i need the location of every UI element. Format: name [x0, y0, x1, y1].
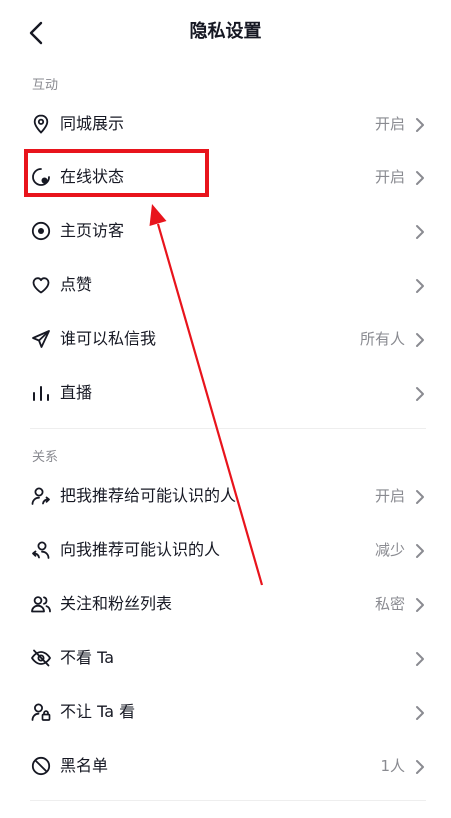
row-value: 减少 [374, 541, 405, 559]
user-receive-icon [32, 541, 50, 559]
row-label: 同城展示 [60, 114, 125, 133]
row-value: 开启 [374, 168, 405, 186]
chevron-right-icon [416, 333, 424, 347]
row-label: 黑名单 [60, 756, 109, 775]
page-title: 隐私设置 [189, 21, 262, 42]
block-icon [31, 756, 51, 776]
row-value: 所有人 [359, 330, 405, 348]
row-label: 关注和粉丝列表 [60, 594, 173, 613]
row-local-display[interactable]: 同城展示 开启 [0, 98, 451, 152]
row-label: 把我推荐给可能认识的人 [60, 486, 237, 505]
chevron-right-icon [416, 706, 424, 720]
row-dont-see[interactable]: 不看 Ta [0, 632, 451, 686]
row-value: 私密 [374, 595, 405, 613]
back-button[interactable] [22, 18, 52, 48]
row-label: 主页访客 [60, 221, 125, 240]
heart-icon [32, 277, 50, 294]
row-live[interactable]: 直播 [0, 367, 451, 421]
chevron-right-icon [416, 171, 424, 185]
row-likes[interactable]: 点赞 [0, 259, 451, 313]
row-label: 不让 Ta 看 [60, 702, 136, 721]
row-label: 直播 [60, 383, 93, 402]
row-following-followers[interactable]: 关注和粉丝列表 私密 [0, 578, 451, 632]
chevron-right-icon [416, 279, 424, 293]
row-value: 1人 [380, 757, 405, 775]
section-divider [30, 428, 426, 429]
row-label: 谁可以私信我 [60, 329, 157, 348]
live-bars-icon [33, 386, 49, 401]
row-home-visitors[interactable]: 主页访客 [0, 205, 451, 259]
location-pin-icon [33, 114, 49, 134]
row-value: 开启 [374, 115, 405, 133]
row-value: 开启 [374, 487, 405, 505]
user-share-icon [31, 487, 50, 505]
chevron-right-icon [416, 652, 424, 666]
chevron-right-icon [416, 225, 424, 239]
user-lock-icon [31, 703, 51, 721]
section-label-relations: 关系 [32, 450, 59, 465]
highlight-box-annotation [24, 149, 209, 197]
eye-icon [31, 221, 51, 241]
chevron-right-icon [416, 598, 424, 612]
row-who-can-dm[interactable]: 谁可以私信我 所有人 [0, 313, 451, 367]
row-dont-let-see[interactable]: 不让 Ta 看 [0, 686, 451, 740]
row-recommend-to-me[interactable]: 向我推荐可能认识的人 减少 [0, 524, 451, 578]
paper-plane-icon [32, 330, 50, 348]
row-label: 不看 Ta [60, 648, 115, 667]
header-bar: 隐私设置 [0, 0, 451, 64]
section-divider [30, 800, 426, 801]
users-icon [31, 596, 51, 613]
row-label: 点赞 [60, 275, 93, 294]
section-label-interaction: 互动 [32, 78, 59, 93]
chevron-right-icon [416, 490, 424, 504]
chevron-left-icon [29, 21, 43, 45]
eye-off-icon [31, 649, 51, 667]
chevron-right-icon [416, 760, 424, 774]
chevron-right-icon [416, 387, 424, 401]
row-label: 向我推荐可能认识的人 [60, 540, 221, 559]
chevron-right-icon [416, 544, 424, 558]
chevron-right-icon [416, 118, 424, 132]
row-recommend-me[interactable]: 把我推荐给可能认识的人 开启 [0, 470, 451, 524]
row-blacklist[interactable]: 黑名单 1人 [0, 740, 451, 794]
